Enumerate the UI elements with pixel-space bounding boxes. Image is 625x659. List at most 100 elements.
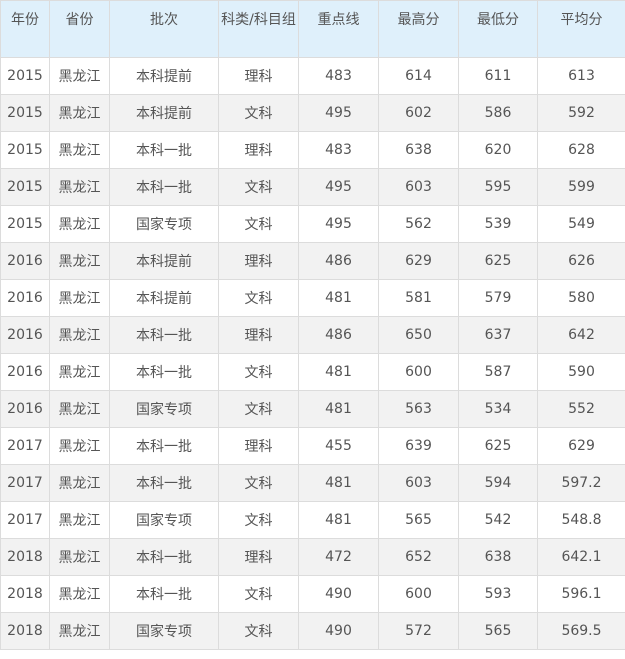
- cell-max-score: 650: [378, 316, 459, 354]
- cell-max-score: 652: [378, 538, 459, 576]
- cell-province: 黑龙江: [49, 242, 110, 280]
- cell-min-score: 638: [458, 538, 538, 576]
- cell-max-score: 581: [378, 279, 459, 317]
- cell-max-score: 639: [378, 427, 459, 465]
- cell-avg-score: 592: [537, 94, 625, 132]
- cell-subject-category: 文科: [218, 390, 299, 428]
- cell-min-score: 593: [458, 575, 538, 613]
- cell-key-line: 495: [298, 94, 379, 132]
- cell-year: 2015: [0, 57, 50, 95]
- cell-key-line: 472: [298, 538, 379, 576]
- cell-min-score: 611: [458, 57, 538, 95]
- table-row: 2018 黑龙江 国家专项 文科 490 572 565 569.5: [0, 612, 625, 650]
- cell-subject-category: 理科: [218, 57, 299, 95]
- cell-batch: 本科一批: [109, 427, 219, 465]
- cell-subject-category: 文科: [218, 279, 299, 317]
- cell-batch: 本科一批: [109, 575, 219, 613]
- cell-max-score: 638: [378, 131, 459, 169]
- table-row: 2015 黑龙江 本科一批 文科 495 603 595 599: [0, 168, 625, 206]
- cell-avg-score: 599: [537, 168, 625, 206]
- cell-avg-score: 549: [537, 205, 625, 243]
- table-row: 2017 黑龙江 本科一批 文科 481 603 594 597.2: [0, 464, 625, 502]
- cell-subject-category: 文科: [218, 94, 299, 132]
- cell-batch: 本科一批: [109, 168, 219, 206]
- cell-avg-score: 642.1: [537, 538, 625, 576]
- cell-key-line: 455: [298, 427, 379, 465]
- cell-subject-category: 理科: [218, 427, 299, 465]
- table-row: 2017 黑龙江 国家专项 文科 481 565 542 548.8: [0, 501, 625, 539]
- column-header-max-score: 最高分: [378, 0, 459, 58]
- cell-province: 黑龙江: [49, 538, 110, 576]
- cell-max-score: 600: [378, 353, 459, 391]
- cell-max-score: 629: [378, 242, 459, 280]
- cell-key-line: 490: [298, 575, 379, 613]
- cell-min-score: 625: [458, 427, 538, 465]
- cell-key-line: 483: [298, 57, 379, 95]
- cell-batch: 本科一批: [109, 131, 219, 169]
- cell-subject-category: 文科: [218, 575, 299, 613]
- cell-subject-category: 文科: [218, 353, 299, 391]
- column-header-province: 省份: [49, 0, 110, 58]
- table-row: 2015 黑龙江 国家专项 文科 495 562 539 549: [0, 205, 625, 243]
- cell-subject-category: 文科: [218, 168, 299, 206]
- cell-key-line: 486: [298, 242, 379, 280]
- cell-avg-score: 597.2: [537, 464, 625, 502]
- cell-province: 黑龙江: [49, 501, 110, 539]
- cell-batch: 本科一批: [109, 538, 219, 576]
- cell-batch: 本科一批: [109, 353, 219, 391]
- cell-year: 2015: [0, 205, 50, 243]
- cell-key-line: 486: [298, 316, 379, 354]
- cell-key-line: 481: [298, 501, 379, 539]
- cell-min-score: 586: [458, 94, 538, 132]
- table-body: 2015 黑龙江 本科提前 理科 483 614 611 613 2015 黑龙江 本科提前 文科 49…: [0, 57, 625, 650]
- cell-key-line: 495: [298, 205, 379, 243]
- cell-batch: 本科提前: [109, 242, 219, 280]
- cell-year: 2016: [0, 390, 50, 428]
- cell-batch: 本科提前: [109, 94, 219, 132]
- cell-max-score: 563: [378, 390, 459, 428]
- cell-subject-category: 文科: [218, 501, 299, 539]
- cell-province: 黑龙江: [49, 575, 110, 613]
- cell-min-score: 565: [458, 612, 538, 650]
- cell-min-score: 587: [458, 353, 538, 391]
- cell-province: 黑龙江: [49, 94, 110, 132]
- cell-batch: 本科一批: [109, 316, 219, 354]
- cell-max-score: 565: [378, 501, 459, 539]
- cell-max-score: 603: [378, 168, 459, 206]
- column-header-key-line: 重点线: [298, 0, 379, 58]
- cell-year: 2015: [0, 168, 50, 206]
- cell-key-line: 481: [298, 464, 379, 502]
- cell-min-score: 534: [458, 390, 538, 428]
- cell-year: 2018: [0, 612, 50, 650]
- admission-scores-table: 年份 省份 批次 科类/科目组 重点线 最高分 最低分 平均分 2015 黑龙江 本科提前 理科 48…: [0, 0, 625, 650]
- cell-max-score: 602: [378, 94, 459, 132]
- cell-batch: 国家专项: [109, 612, 219, 650]
- cell-year: 2018: [0, 575, 50, 613]
- cell-key-line: 481: [298, 279, 379, 317]
- cell-subject-category: 文科: [218, 205, 299, 243]
- cell-avg-score: 590: [537, 353, 625, 391]
- cell-key-line: 483: [298, 131, 379, 169]
- cell-year: 2018: [0, 538, 50, 576]
- column-header-avg-score: 平均分: [537, 0, 625, 58]
- cell-batch: 本科一批: [109, 464, 219, 502]
- cell-year: 2016: [0, 353, 50, 391]
- cell-avg-score: 629: [537, 427, 625, 465]
- cell-key-line: 490: [298, 612, 379, 650]
- cell-province: 黑龙江: [49, 168, 110, 206]
- cell-province: 黑龙江: [49, 612, 110, 650]
- cell-avg-score: 569.5: [537, 612, 625, 650]
- cell-min-score: 625: [458, 242, 538, 280]
- column-header-year: 年份: [0, 0, 50, 58]
- cell-max-score: 562: [378, 205, 459, 243]
- cell-min-score: 637: [458, 316, 538, 354]
- cell-province: 黑龙江: [49, 464, 110, 502]
- cell-province: 黑龙江: [49, 353, 110, 391]
- cell-max-score: 572: [378, 612, 459, 650]
- cell-max-score: 614: [378, 57, 459, 95]
- cell-batch: 国家专项: [109, 205, 219, 243]
- column-header-batch: 批次: [109, 0, 219, 58]
- column-header-min-score: 最低分: [458, 0, 538, 58]
- table-row: 2016 黑龙江 本科提前 文科 481 581 579 580: [0, 279, 625, 317]
- cell-avg-score: 642: [537, 316, 625, 354]
